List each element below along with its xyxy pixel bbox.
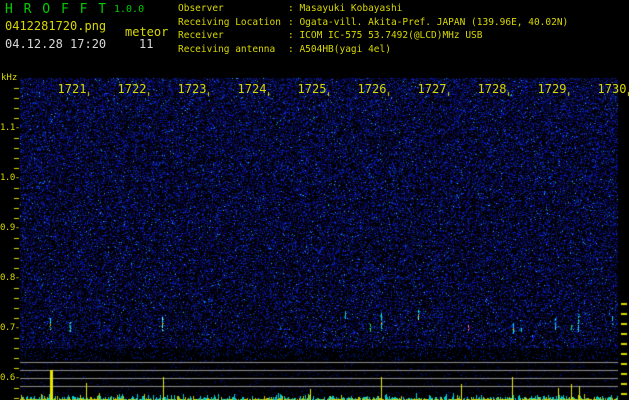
app-version: 1.0.0: [114, 4, 145, 15]
time-tick-label: 1727: [417, 82, 447, 96]
time-tick-label: 1721: [57, 82, 87, 96]
station-info: Observer: Masayuki Kobayashi Receiving Lo…: [178, 2, 568, 56]
info-row-colon: :: [288, 16, 300, 28]
freq-tick-label: 0.6-: [0, 373, 20, 383]
time-tick-label: 1725: [297, 82, 327, 96]
info-row-value: Ogata-vill. Akita-Pref. JAPAN (139.96E, …: [299, 16, 569, 28]
app-title: H R O F F T: [5, 2, 108, 17]
freq-axis-unit: kHz: [1, 73, 18, 83]
time-tick-label: 1722: [117, 82, 147, 96]
time-tick-label: 1724: [237, 82, 267, 96]
info-row-value: A504HB(yagi 4el): [299, 43, 391, 55]
output-filename: 0412281720.png: [5, 19, 107, 33]
info-row-label: Observer: [178, 3, 224, 14]
info-row-colon: :: [288, 43, 300, 55]
time-tick-label: 1730: [597, 82, 627, 96]
freq-tick-label: 0.8-: [0, 273, 20, 283]
meteor-count: 11: [139, 37, 154, 51]
info-row-label: Receiving antenna: [178, 43, 276, 55]
info-row-colon: :: [288, 30, 300, 41]
info-row: Receiving antenna: A504HB(yagi 4el): [178, 43, 568, 57]
freq-tick-label: 0.9-: [0, 223, 20, 233]
spectrogram-canvas: [0, 0, 629, 400]
info-row: Receiver: ICOM IC-575 53.7492(@LCD)MHz U…: [178, 29, 568, 43]
datetime-label: 04.12.28 17:20: [5, 37, 107, 51]
freq-tick-label: 1.1-: [0, 123, 20, 133]
freq-tick-label: 0.7-: [0, 323, 20, 333]
info-row: Receiving Location: Ogata-vill. Akita-Pr…: [178, 16, 568, 30]
info-row-colon: :: [288, 3, 300, 14]
info-row-label: Receiver: [178, 30, 224, 41]
time-tick-label: 1728: [477, 82, 507, 96]
hrofft-window: H R O F F T 1.0.0 0412281720.png meteor …: [0, 0, 629, 400]
info-row-value: ICOM IC-575 53.7492(@LCD)MHz USB: [299, 30, 483, 41]
time-tick-label: 1726: [357, 82, 387, 96]
info-row-label: Receiving Location: [178, 16, 281, 28]
info-row-value: Masayuki Kobayashi: [299, 3, 403, 14]
info-row: Observer: Masayuki Kobayashi: [178, 2, 568, 16]
time-tick-label: 1729: [537, 82, 567, 96]
time-tick-label: 1723: [177, 82, 207, 96]
freq-tick-label: 1.0-: [0, 173, 20, 183]
